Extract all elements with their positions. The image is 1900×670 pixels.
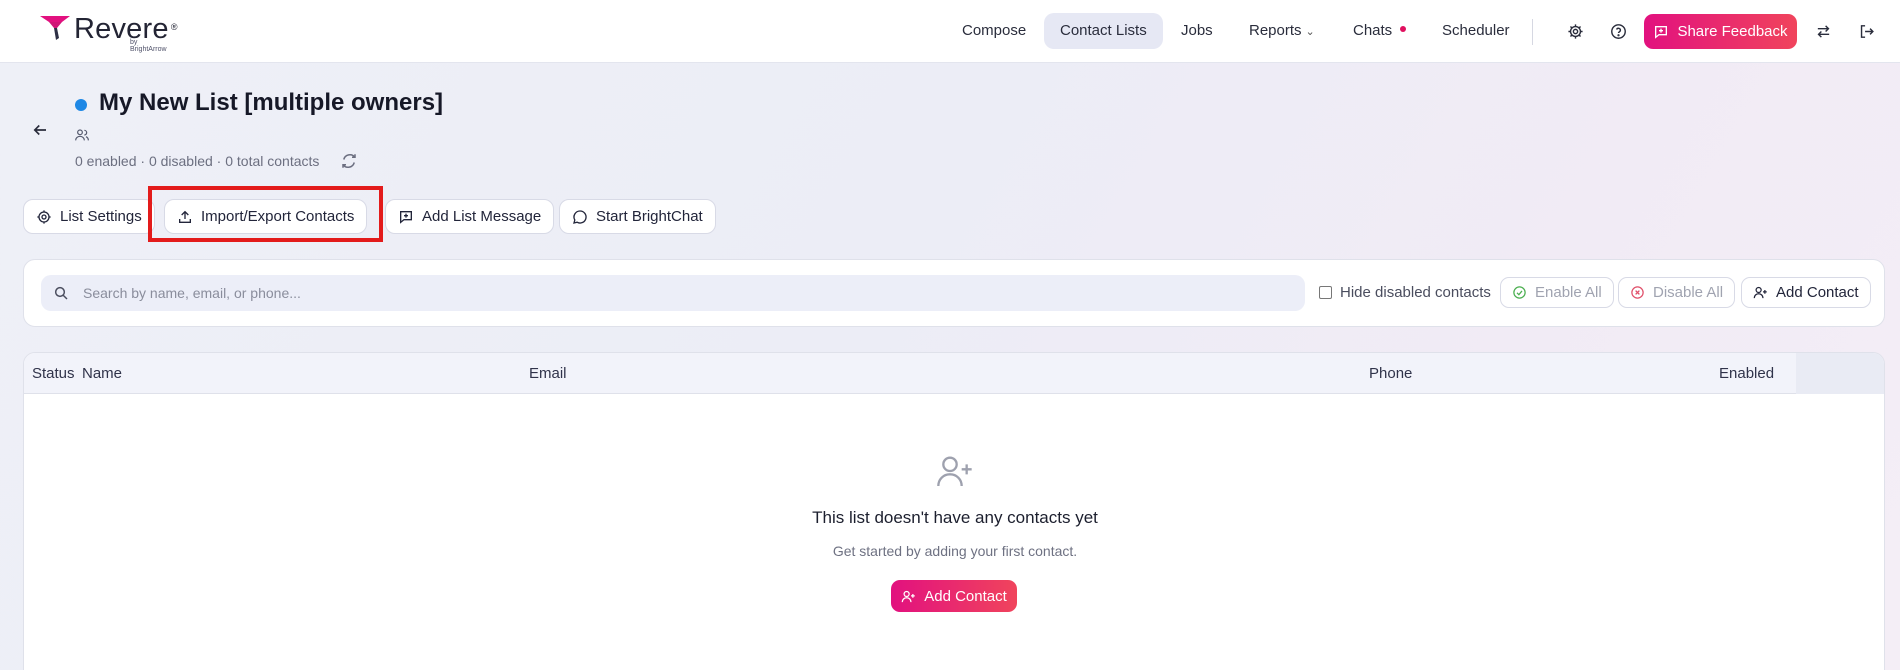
nav-jobs[interactable]: Jobs <box>1165 13 1229 49</box>
hide-disabled-toggle[interactable]: Hide disabled contacts <box>1319 284 1491 301</box>
nav-reports-label: Reports <box>1249 22 1302 39</box>
page-title: My New List [multiple owners] <box>99 89 444 116</box>
list-settings-label: List Settings <box>60 208 142 225</box>
chevron-down-icon: ⌄ <box>1305 26 1315 38</box>
user-plus-icon <box>937 456 972 487</box>
user-plus-icon <box>901 590 915 602</box>
enable-all-label: Enable All <box>1535 284 1602 301</box>
arrow-logo-icon <box>40 16 70 40</box>
add-list-message-button[interactable]: Add List Message <box>385 199 555 234</box>
help-icon[interactable] <box>1607 20 1629 42</box>
refresh-icon[interactable] <box>340 152 358 170</box>
notification-dot <box>1400 26 1407 33</box>
revere-logo[interactable]: Revere ® by BrightArrow <box>40 14 177 53</box>
enable-all-button[interactable]: Enable All <box>1500 277 1614 308</box>
nav-chats-label: Chats <box>1353 22 1393 39</box>
user-plus-icon <box>1753 286 1767 299</box>
message-plus-icon <box>400 210 412 224</box>
nav-reports[interactable]: Reports ⌄ <box>1233 13 1331 49</box>
add-list-message-label: Add List Message <box>422 208 542 225</box>
multiple-owners-icon <box>75 129 89 141</box>
column-email[interactable]: Email <box>529 365 567 382</box>
list-status-dot <box>75 99 87 111</box>
search-icon <box>54 286 68 300</box>
share-feedback-label: Share Feedback <box>1677 23 1788 40</box>
feedback-chat-icon <box>1655 25 1668 39</box>
switch-account-icon[interactable] <box>1812 20 1834 42</box>
table-header-end-cell <box>1796 353 1884 394</box>
empty-state-add-contact-label: Add Contact <box>924 587 1007 605</box>
settings-gear-icon[interactable] <box>1564 20 1586 42</box>
hide-disabled-checkbox[interactable] <box>1319 286 1332 299</box>
contact-counts: 0 enabled · 0 disabled · 0 total contact… <box>75 153 320 169</box>
back-arrow-icon[interactable] <box>31 121 49 139</box>
column-enabled[interactable]: Enabled <box>1719 365 1774 382</box>
nav-compose[interactable]: Compose <box>946 13 1042 49</box>
logout-icon[interactable] <box>1855 20 1877 42</box>
hide-disabled-label: Hide disabled contacts <box>1340 284 1491 301</box>
empty-state-title: This list doesn't have any contacts yet <box>812 508 1098 527</box>
chat-bubble-icon <box>573 209 587 224</box>
nav-chats[interactable]: Chats <box>1337 13 1422 49</box>
column-status[interactable]: Status <box>32 365 75 382</box>
highlight-annotation-box <box>148 186 383 242</box>
add-contact-button[interactable]: Add Contact <box>1741 277 1871 308</box>
search-input[interactable] <box>83 285 1263 301</box>
column-name[interactable]: Name <box>82 365 122 382</box>
empty-state-subtitle: Get started by adding your first contact… <box>832 543 1078 559</box>
contacts-table: Status Name Email Phone Enabled This lis… <box>23 352 1885 670</box>
start-brightchat-button[interactable]: Start BrightChat <box>559 199 716 234</box>
add-contact-label: Add Contact <box>1776 284 1859 301</box>
search-panel: Hide disabled contacts Enable All Disabl… <box>23 259 1885 327</box>
column-phone[interactable]: Phone <box>1369 365 1412 382</box>
list-settings-button[interactable]: List Settings <box>23 199 155 234</box>
search-box[interactable] <box>41 275 1305 311</box>
brand-tagline: by BrightArrow <box>130 39 167 53</box>
check-circle-icon <box>1513 286 1526 299</box>
gear-icon <box>37 209 51 224</box>
start-brightchat-label: Start BrightChat <box>596 208 703 225</box>
nav-scheduler[interactable]: Scheduler <box>1426 13 1526 49</box>
disable-all-label: Disable All <box>1653 284 1724 301</box>
nav-contact-lists[interactable]: Contact Lists <box>1044 13 1163 49</box>
share-feedback-button[interactable]: Share Feedback <box>1644 14 1797 49</box>
top-nav-bar: Revere ® by BrightArrow Compose Contact L… <box>0 0 1900 63</box>
x-circle-icon <box>1631 286 1644 299</box>
nav-divider <box>1532 19 1533 45</box>
table-header: Status Name Email Phone Enabled <box>24 353 1884 394</box>
empty-state-add-contact-button[interactable]: Add Contact <box>891 580 1017 612</box>
disable-all-button[interactable]: Disable All <box>1618 277 1736 308</box>
